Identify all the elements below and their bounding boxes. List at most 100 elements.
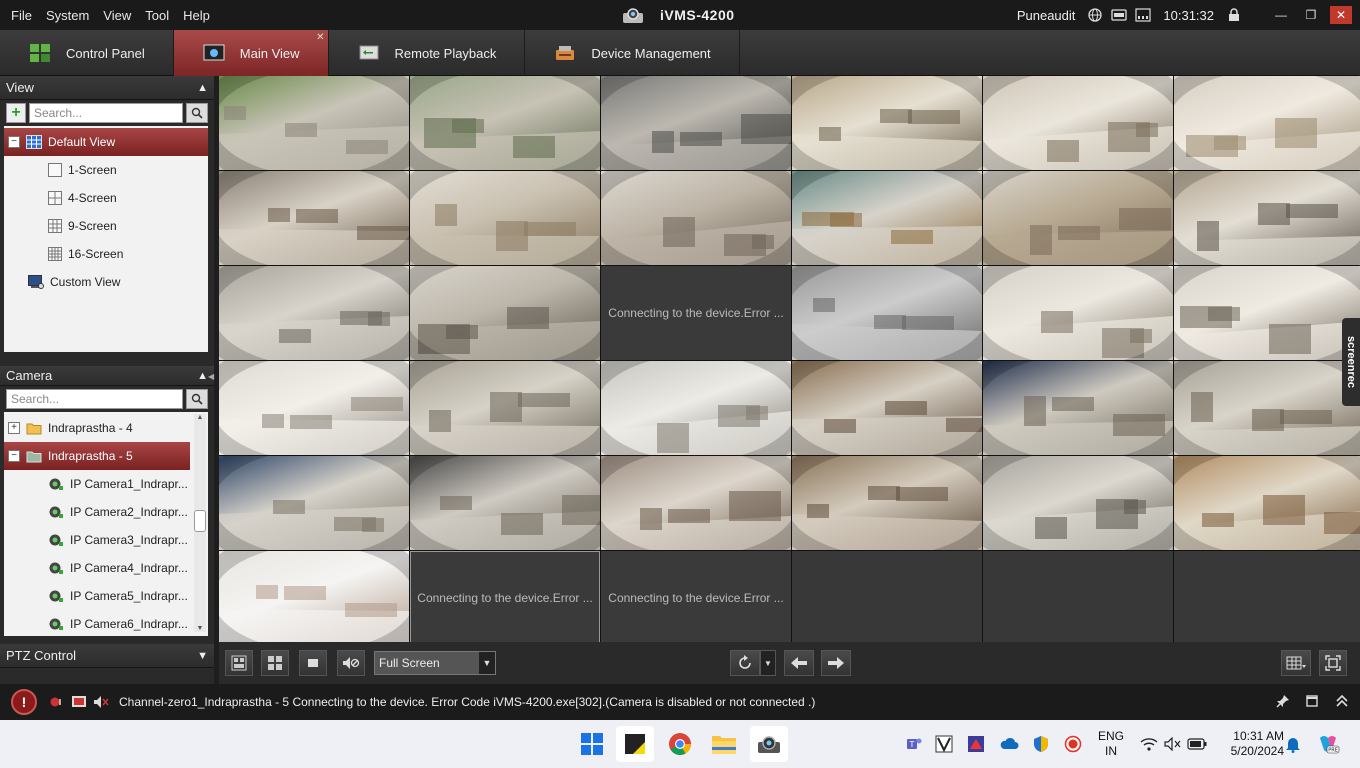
video-tile[interactable]	[1174, 266, 1360, 360]
menu-file[interactable]: File	[4, 8, 39, 23]
menu-help[interactable]: Help	[176, 8, 217, 23]
tree-item-default-view[interactable]: − Default View	[4, 128, 208, 156]
video-tile[interactable]	[219, 76, 409, 170]
security-shield-icon[interactable]	[1030, 720, 1052, 768]
view-search-input[interactable]: Search...	[29, 103, 183, 123]
minimize-icon[interactable]: —	[1270, 6, 1292, 24]
tree-scrollbar[interactable]: ▲ ▼	[194, 414, 206, 632]
video-tile[interactable]	[410, 76, 600, 170]
audio-mute-icon[interactable]	[93, 694, 109, 710]
save-view-icon[interactable]	[225, 650, 253, 676]
video-tile[interactable]	[601, 456, 791, 550]
fullscreen-icon[interactable]	[1319, 650, 1347, 676]
video-tile[interactable]	[410, 171, 600, 265]
tab-main-view[interactable]: Main View ✕	[173, 30, 329, 76]
collapse-up-icon[interactable]: ▲	[197, 82, 208, 94]
collapse-icon[interactable]: −	[8, 136, 20, 148]
add-view-button[interactable]: +	[6, 103, 26, 123]
video-tile[interactable]	[983, 361, 1173, 455]
chevron-down-icon[interactable]: ▼	[479, 652, 495, 674]
refresh-icon[interactable]	[730, 650, 760, 676]
video-tile[interactable]	[983, 266, 1173, 360]
video-tile[interactable]	[983, 76, 1173, 170]
onedrive-icon[interactable]	[997, 720, 1021, 768]
close-icon[interactable]: ✕	[1330, 6, 1352, 24]
copilot-icon[interactable]: PRE	[1314, 720, 1342, 768]
video-tile[interactable]	[410, 456, 600, 550]
view-panel-header[interactable]: View ▲	[0, 76, 214, 100]
tree-group-indraprastha-4[interactable]: + Indraprastha - 4	[4, 414, 208, 442]
volume-muted-icon[interactable]	[1162, 720, 1184, 768]
expand-up-icon[interactable]	[1336, 694, 1348, 711]
video-tile-error[interactable]: Connecting to the device.Error ...	[601, 551, 791, 645]
tree-item-camera[interactable]: IP Camera1_Indrapr...	[4, 470, 208, 498]
window-division-icon[interactable]	[1281, 650, 1311, 676]
ptz-panel-header[interactable]: PTZ Control ▼	[0, 644, 214, 668]
wifi-icon[interactable]	[1138, 720, 1160, 768]
screenrec-widget[interactable]: screenrec	[1342, 318, 1360, 406]
video-tile[interactable]	[219, 361, 409, 455]
battery-icon[interactable]	[1186, 720, 1208, 768]
tree-group-indraprastha-5[interactable]: − Indraprastha - 5	[4, 442, 190, 470]
maximize-panel-icon[interactable]	[1306, 695, 1318, 710]
tree-item-custom-view[interactable]: Custom View	[4, 268, 208, 296]
mute-icon[interactable]	[337, 650, 365, 676]
video-tile[interactable]	[792, 266, 982, 360]
search-icon[interactable]	[186, 103, 208, 123]
menu-tool[interactable]: Tool	[138, 8, 176, 23]
video-tile[interactable]	[601, 171, 791, 265]
video-tile[interactable]	[1174, 456, 1360, 550]
camera-panel-header[interactable]: Camera ▲	[0, 366, 214, 386]
view-layout-icon[interactable]	[261, 650, 289, 676]
collapse-down-icon[interactable]: ▼	[197, 650, 208, 662]
tray-app-icon[interactable]	[965, 720, 987, 768]
panel-collapse-handle[interactable]: ◀	[208, 372, 214, 384]
restore-icon[interactable]: ❐	[1300, 6, 1322, 24]
previous-page-icon[interactable]	[784, 650, 814, 676]
tray-app-icon[interactable]	[933, 720, 955, 768]
video-tile[interactable]	[219, 551, 409, 645]
collapse-icon[interactable]: −	[8, 450, 20, 462]
tree-item-camera[interactable]: IP Camera6_Indrapr...	[4, 610, 208, 638]
camera-search-input[interactable]: Search...	[6, 389, 183, 409]
teams-icon[interactable]: T	[903, 720, 925, 768]
refresh-dropdown-icon[interactable]: ▼	[760, 650, 776, 676]
video-tile-empty[interactable]	[1174, 551, 1360, 645]
file-explorer-icon[interactable]	[705, 726, 743, 762]
tab-remote-playback[interactable]: Remote Playback	[329, 30, 526, 76]
tab-close-icon[interactable]: ✕	[316, 32, 324, 43]
video-tile[interactable]	[219, 171, 409, 265]
video-tile[interactable]	[219, 456, 409, 550]
alarm-warning-icon[interactable]: !	[11, 689, 37, 715]
tree-item-camera[interactable]: IP Camera2_Indrapr...	[4, 498, 208, 526]
menu-view[interactable]: View	[96, 8, 138, 23]
scroll-thumb[interactable]	[194, 510, 206, 532]
event-monitor-icon[interactable]	[71, 694, 87, 710]
video-tile[interactable]	[410, 266, 600, 360]
alarm-sound-icon[interactable]	[49, 694, 65, 710]
expand-icon[interactable]: +	[8, 422, 20, 434]
video-tile[interactable]	[792, 361, 982, 455]
tree-item-4-screen[interactable]: 4-Screen	[4, 184, 208, 212]
video-tile[interactable]	[792, 456, 982, 550]
ivms-taskbar-icon[interactable]	[750, 726, 788, 762]
stop-all-icon[interactable]	[299, 650, 327, 676]
globe-icon[interactable]	[1087, 7, 1103, 23]
tab-device-management[interactable]: Device Management	[525, 30, 740, 76]
tree-item-camera[interactable]: IP Camera4_Indrapr...	[4, 554, 208, 582]
video-tile[interactable]	[1174, 76, 1360, 170]
screen-mode-select[interactable]: Full Screen ▼	[374, 651, 496, 675]
video-tile-empty[interactable]	[983, 551, 1173, 645]
current-user[interactable]: Puneaudit	[1017, 8, 1076, 23]
video-tile[interactable]	[601, 76, 791, 170]
video-tile-empty[interactable]	[792, 551, 982, 645]
hdd-icon[interactable]	[1111, 7, 1128, 23]
tree-item-1-screen[interactable]: 1-Screen	[4, 156, 208, 184]
input-language[interactable]: ENG IN	[1094, 720, 1128, 768]
video-tile[interactable]	[792, 76, 982, 170]
pin-icon[interactable]	[1276, 694, 1290, 711]
tree-item-camera[interactable]: IP Camera5_Indrapr...	[4, 582, 208, 610]
video-tile[interactable]	[983, 456, 1173, 550]
tab-control-panel[interactable]: Control Panel	[0, 30, 174, 76]
video-tile[interactable]	[601, 361, 791, 455]
